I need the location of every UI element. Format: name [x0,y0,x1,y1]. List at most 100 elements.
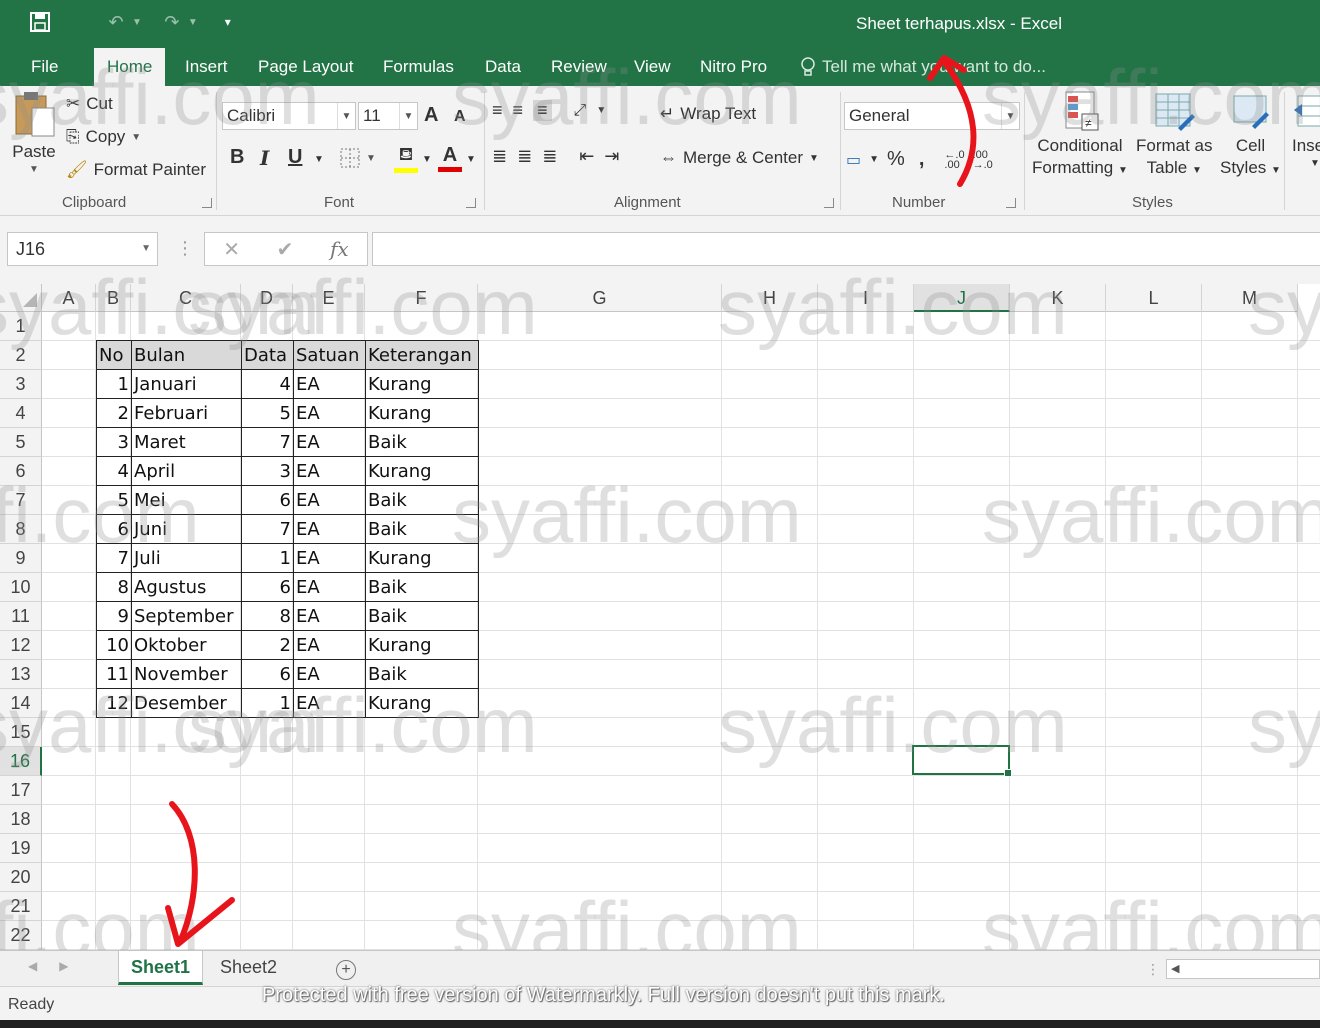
horizontal-scrollbar[interactable]: ◀ [1166,959,1320,979]
row-header-7[interactable]: 7 [0,486,42,515]
table-cell[interactable]: Kurang [365,630,479,660]
align-middle-icon[interactable]: ≡ [513,100,524,121]
header-satuan[interactable]: Satuan [293,340,366,370]
copy-button[interactable]: ⎘ Copy ▼ [66,127,141,147]
table-cell[interactable]: 1 [241,543,294,573]
column-header-m[interactable]: M [1202,284,1298,312]
table-cell[interactable]: Juni [131,514,242,544]
table-cell[interactable]: EA [293,456,366,486]
column-header-f[interactable]: F [365,284,478,312]
table-cell[interactable]: 8 [241,601,294,631]
align-center-icon[interactable]: ≣ [517,146,532,167]
cut-button[interactable]: ✂ Cut [66,94,113,114]
orientation-icon[interactable]: ⤢ [574,102,587,120]
table-cell[interactable]: EA [293,601,366,631]
font-color-dropdown-icon[interactable]: ▼ [466,154,476,165]
row-header-2[interactable]: 2 [0,341,42,370]
row-header-19[interactable]: 19 [0,834,42,863]
increase-indent-icon[interactable]: ⇥ [604,146,619,167]
table-cell[interactable]: EA [293,485,366,515]
enter-icon[interactable]: ✔ [277,237,294,262]
currency-icon[interactable]: ▭ [846,150,861,170]
undo-dropdown-icon[interactable]: ▼ [132,17,142,28]
table-cell[interactable]: 4 [96,456,132,486]
align-left-icon[interactable]: ≣ [492,146,507,167]
table-cell[interactable]: 11 [96,659,132,689]
scroll-left-icon[interactable]: ◀ [1171,962,1179,975]
table-cell[interactable]: EA [293,514,366,544]
grow-font-button[interactable]: A [424,104,438,127]
table-cell[interactable]: EA [293,543,366,573]
table-cell[interactable]: Baik [365,427,479,457]
table-cell[interactable]: Desember [131,688,242,718]
splitter-handle[interactable]: ⋮ [1146,961,1160,978]
fill-dropdown-icon[interactable]: ▼ [422,154,432,165]
table-cell[interactable]: EA [293,369,366,399]
borders-button[interactable]: ▼ [340,148,376,168]
decrease-indent-icon[interactable]: ⇤ [579,146,594,167]
table-cell[interactable]: Kurang [365,456,479,486]
redo-dropdown-icon[interactable]: ▼ [188,17,198,28]
table-cell[interactable]: Agustus [131,572,242,602]
header-bulan[interactable]: Bulan [131,340,242,370]
percent-button[interactable]: % [887,148,905,171]
tab-review[interactable]: Review [538,56,620,86]
underline-dropdown-icon[interactable]: ▼ [314,154,324,165]
table-cell[interactable]: November [131,659,242,689]
row-header-21[interactable]: 21 [0,892,42,921]
row-header-17[interactable]: 17 [0,776,42,805]
row-header-1[interactable]: 1 [0,312,42,341]
column-header-j[interactable]: J [914,284,1010,312]
table-cell[interactable]: Kurang [365,688,479,718]
customize-qat-icon[interactable]: ▾ [216,10,240,34]
row-header-16[interactable]: 16 [0,747,42,776]
table-cell[interactable]: Kurang [365,398,479,428]
number-launcher-icon[interactable] [1006,198,1016,208]
table-cell[interactable]: September [131,601,242,631]
row-header-3[interactable]: 3 [0,370,42,399]
table-cell[interactable]: 8 [96,572,132,602]
table-cell[interactable]: Baik [365,572,479,602]
tab-page-layout[interactable]: Page Layout [245,56,366,86]
row-header-4[interactable]: 4 [0,399,42,428]
tab-data[interactable]: Data [472,56,534,86]
table-cell[interactable]: Mei [131,485,242,515]
table-cell[interactable]: Februari [131,398,242,428]
row-header-6[interactable]: 6 [0,457,42,486]
column-header-g[interactable]: G [478,284,722,312]
table-cell[interactable]: 1 [96,369,132,399]
column-header-h[interactable]: H [722,284,818,312]
table-cell[interactable]: 6 [96,514,132,544]
table-cell[interactable]: Baik [365,485,479,515]
insert-function-icon[interactable]: fx [330,237,349,261]
name-box[interactable]: J16 ▼ [7,232,158,266]
table-cell[interactable]: 6 [241,485,294,515]
table-cell[interactable]: 5 [96,485,132,515]
table-cell[interactable]: 2 [241,630,294,660]
font-name-select[interactable]: Calibri ▼ [222,102,356,130]
table-cell[interactable]: April [131,456,242,486]
row-header-10[interactable]: 10 [0,573,42,602]
select-all-button[interactable] [0,284,42,312]
column-header-b[interactable]: B [96,284,131,312]
table-cell[interactable]: Kurang [365,543,479,573]
table-cell[interactable]: EA [293,427,366,457]
table-cell[interactable]: Baik [365,601,479,631]
table-cell[interactable]: EA [293,688,366,718]
row-header-5[interactable]: 5 [0,428,42,457]
align-bottom-icon[interactable]: ≡ [533,100,552,121]
header-data[interactable]: Data [241,340,294,370]
table-cell[interactable]: Kurang [365,369,479,399]
table-cell[interactable]: 9 [96,601,132,631]
header-no[interactable]: No [96,340,132,370]
sheet-nav-arrows[interactable]: ◀▶ [28,959,90,973]
row-header-9[interactable]: 9 [0,544,42,573]
formula-input[interactable] [372,232,1320,266]
table-cell[interactable]: Maret [131,427,242,457]
font-launcher-icon[interactable] [466,198,476,208]
column-header-c[interactable]: C [131,284,241,312]
cell-styles-button[interactable]: Cell Styles ▼ [1220,90,1281,178]
splitter-handle[interactable]: ⋮ [176,238,194,259]
decrease-decimal-icon[interactable]: .00 →.0 [973,149,993,170]
tab-view[interactable]: View [621,56,684,86]
